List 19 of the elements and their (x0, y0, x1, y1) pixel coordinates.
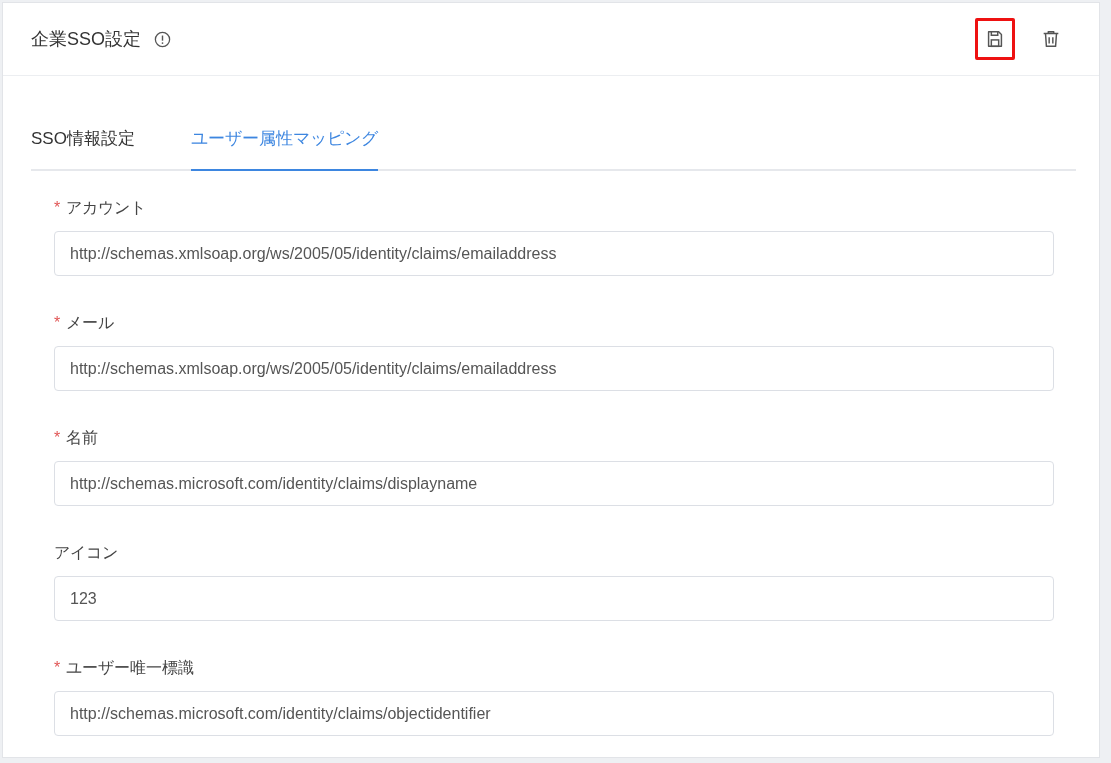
input-field[interactable]: 123 (54, 576, 1054, 621)
input-field[interactable]: http://schemas.xmlsoap.org/ws/2005/05/identity/claims/emailaddress (54, 346, 1054, 391)
save-button[interactable] (975, 18, 1015, 60)
input-field[interactable]: http://schemas.microsoft.com/identity/claims/objectidentifier (54, 691, 1054, 736)
required-asterisk: * (54, 199, 61, 217)
required-asterisk: * (54, 659, 61, 677)
input-field[interactable]: http://schemas.microsoft.com/identity/claims/displayname (54, 461, 1054, 506)
panel-title: 企業SSO設定 (31, 28, 141, 51)
field-label: アカウント (66, 197, 147, 218)
input-field[interactable]: http://schemas.xmlsoap.org/ws/2005/05/identity/claims/emailaddress (54, 231, 1054, 276)
field-label: ユーザー唯一標識 (66, 657, 195, 678)
field-label: メール (66, 312, 115, 333)
field-label: アイコン (54, 542, 118, 563)
field-label: 名前 (66, 427, 99, 448)
required-asterisk: * (54, 429, 61, 447)
info-icon (153, 29, 172, 49)
tab[interactable]: SSO情報設定 (31, 102, 135, 171)
required-asterisk: * (54, 314, 61, 332)
tab[interactable]: ユーザー属性マッピング (190, 102, 378, 171)
